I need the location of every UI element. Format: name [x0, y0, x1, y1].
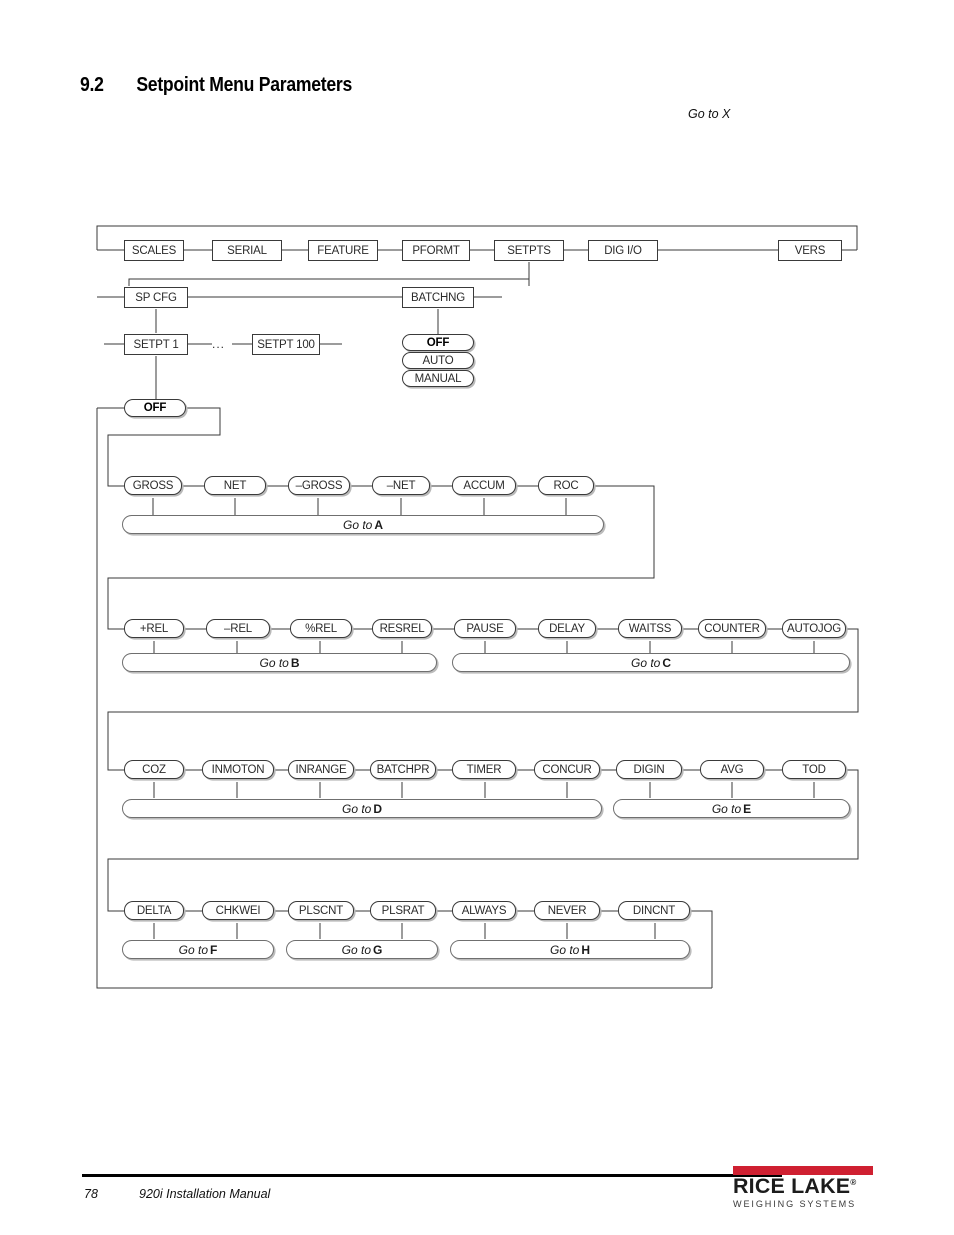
node-inmoton[interactable]: INMOTON — [202, 760, 274, 779]
goto-e-prefix: Go to — [711, 801, 742, 816]
goto-c-prefix: Go to — [630, 655, 661, 670]
goto-bar-c[interactable]: Go to C — [452, 653, 850, 672]
goto-bar-a[interactable]: Go to A — [122, 515, 604, 534]
goto-bar-e[interactable]: Go to E — [613, 799, 850, 818]
goto-bar-g[interactable]: Go to G — [286, 940, 438, 959]
goto-a-letter: A — [374, 517, 384, 532]
node-autojog[interactable]: AUTOJOG — [782, 619, 846, 638]
goto-d-letter: D — [373, 801, 383, 816]
node-batching-off[interactable]: OFF — [402, 334, 474, 351]
goto-f-prefix: Go to — [178, 942, 208, 957]
node-percent-rel[interactable]: %REL — [290, 619, 352, 638]
diagram-connector-lines — [96, 225, 859, 989]
goto-bar-f[interactable]: Go to F — [122, 940, 274, 959]
setpoint-menu-flow-diagram: SCALES SERIAL FEATURE PFORMT SETPTS DIG … — [0, 0, 954, 1235]
node-serial[interactable]: SERIAL — [212, 240, 282, 261]
goto-b-letter: B — [290, 655, 300, 670]
node-waitss[interactable]: WAITSS — [618, 619, 682, 638]
node-minus-net[interactable]: –NET — [372, 476, 430, 495]
goto-f-letter: F — [210, 942, 218, 957]
node-setpt-1[interactable]: SETPT 1 — [124, 334, 188, 355]
node-dincnt[interactable]: DINCNT — [618, 901, 690, 920]
node-dig-io[interactable]: DIG I/O — [588, 240, 658, 261]
node-counter[interactable]: COUNTER — [698, 619, 766, 638]
node-sp-cfg[interactable]: SP CFG — [124, 287, 188, 308]
node-minus-rel[interactable]: –REL — [206, 619, 270, 638]
node-batching-auto[interactable]: AUTO — [402, 352, 474, 369]
node-setpts[interactable]: SETPTS — [494, 240, 564, 261]
node-batchng[interactable]: BATCHNG — [402, 287, 474, 308]
node-vers[interactable]: VERS — [778, 240, 842, 261]
node-feature[interactable]: FEATURE — [308, 240, 378, 261]
node-scales[interactable]: SCALES — [124, 240, 184, 261]
goto-h-letter: H — [581, 942, 591, 957]
node-chkwei[interactable]: CHKWEI — [202, 901, 274, 920]
node-setpt-kind-off[interactable]: OFF — [124, 399, 186, 417]
node-roc[interactable]: ROC — [538, 476, 594, 495]
node-inrange[interactable]: INRANGE — [288, 760, 354, 779]
goto-a-prefix: Go to — [342, 517, 373, 532]
goto-bar-d[interactable]: Go to D — [122, 799, 602, 818]
node-plus-rel[interactable]: +REL — [124, 619, 184, 638]
footer-divider — [82, 1174, 782, 1177]
node-accum[interactable]: ACCUM — [452, 476, 516, 495]
goto-d-prefix: Go to — [341, 801, 372, 816]
node-pause[interactable]: PAUSE — [454, 619, 516, 638]
goto-b-prefix: Go to — [259, 655, 289, 670]
node-batchpr[interactable]: BATCHPR — [370, 760, 436, 779]
rice-lake-logo: RICE LAKE® WEIGHING SYSTEMS — [733, 1166, 873, 1209]
node-setpt-100[interactable]: SETPT 100 — [252, 334, 320, 355]
node-coz[interactable]: COZ — [124, 760, 184, 779]
node-batching-manual[interactable]: MANUAL — [402, 370, 474, 387]
node-net[interactable]: NET — [204, 476, 266, 495]
goto-c-letter: C — [662, 655, 672, 670]
goto-h-prefix: Go to — [549, 942, 580, 957]
logo-tagline: WEIGHING SYSTEMS — [733, 1199, 857, 1209]
node-resrel[interactable]: RESREL — [372, 619, 432, 638]
node-plsrat[interactable]: PLSRAT — [370, 901, 436, 920]
logo-wordmark: RICE LAKE® — [733, 1176, 876, 1197]
node-pformt[interactable]: PFORMT — [402, 240, 470, 261]
node-never[interactable]: NEVER — [534, 901, 600, 920]
node-minus-gross[interactable]: –GROSS — [288, 476, 350, 495]
footer-page-number: 78 — [84, 1187, 98, 1201]
logo-wordmark-text: RICE LAKE — [733, 1175, 851, 1198]
goto-g-letter: G — [373, 942, 383, 957]
node-digin[interactable]: DIGIN — [616, 760, 682, 779]
node-concur[interactable]: CONCUR — [534, 760, 600, 779]
goto-bar-h[interactable]: Go to H — [450, 940, 690, 959]
goto-e-letter: E — [743, 801, 752, 816]
node-tod[interactable]: TOD — [782, 760, 846, 779]
node-timer[interactable]: TIMER — [452, 760, 516, 779]
node-plscnt[interactable]: PLSCNT — [288, 901, 354, 920]
node-delta[interactable]: DELTA — [124, 901, 184, 920]
footer-manual-title: 920i Installation Manual — [139, 1187, 271, 1201]
node-gross[interactable]: GROSS — [124, 476, 182, 495]
setpt-range-ellipsis: ... — [212, 337, 226, 351]
logo-red-bar — [733, 1166, 873, 1175]
logo-registered-mark: ® — [850, 1178, 857, 1187]
node-avg[interactable]: AVG — [700, 760, 764, 779]
node-always[interactable]: ALWAYS — [452, 901, 516, 920]
goto-bar-b[interactable]: Go to B — [122, 653, 437, 672]
goto-g-prefix: Go to — [341, 942, 371, 957]
node-delay[interactable]: DELAY — [538, 619, 596, 638]
